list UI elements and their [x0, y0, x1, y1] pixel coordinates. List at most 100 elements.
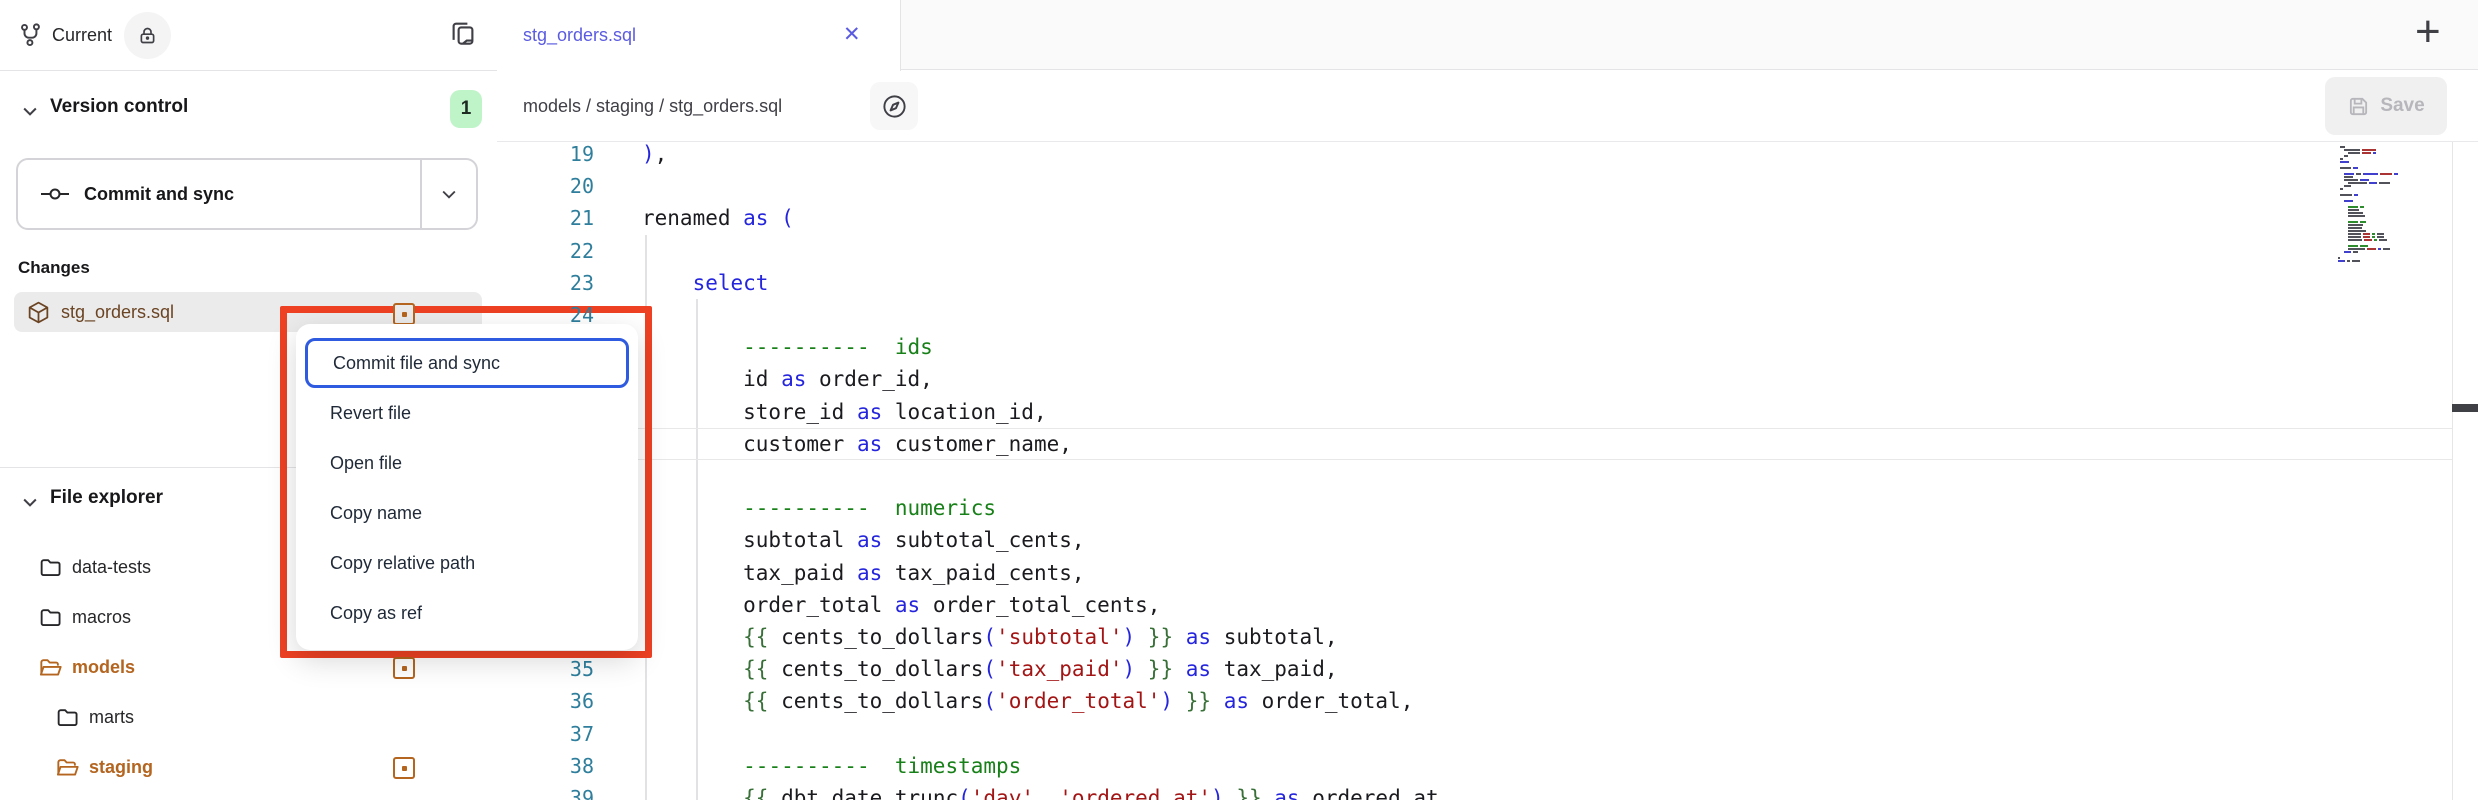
code-line-21: renamed as ( [642, 202, 794, 235]
code-line-26: id as order_id, [642, 363, 933, 396]
minimap-row [2338, 164, 2452, 166]
tab-stg-orders[interactable]: stg_orders.sql ✕ [497, 0, 901, 71]
context-menu-item-copy-name[interactable]: Copy name [296, 488, 638, 538]
new-tab-button[interactable]: + [2415, 7, 2441, 57]
git-branch-icon [18, 22, 44, 48]
copy-branch-icon[interactable] [448, 18, 478, 48]
code-line-39: {{ dbt.date_trunc('day', 'ordered_at') }… [642, 782, 1439, 800]
chevron-down-icon [20, 492, 40, 512]
explorer-item-label: marts [89, 692, 134, 742]
minimap-row [2338, 197, 2452, 199]
code-line-30: ---------- numerics [642, 492, 996, 525]
tab-close-icon[interactable]: ✕ [843, 0, 861, 70]
code-line-23: select [642, 267, 768, 300]
minimap-row [2338, 191, 2452, 193]
code-line-35: {{ cents_to_dollars('tax_paid') }} as ta… [642, 653, 1337, 686]
modified-indicator-icon [393, 757, 415, 779]
code-line-32: tax_paid as tax_paid_cents, [642, 557, 1085, 590]
explorer-item-label: macros [72, 592, 131, 642]
minimap-row [2338, 245, 2452, 247]
git-commit-icon [40, 183, 70, 205]
minimap-row [2338, 176, 2452, 178]
branch-lock-badge [124, 12, 171, 59]
line-number: 22 [497, 235, 594, 268]
minimap-row [2338, 230, 2452, 232]
minimap-row [2338, 224, 2452, 226]
explorer-item-staging[interactable]: staging [0, 742, 497, 792]
lineage-compass-button[interactable] [870, 82, 918, 130]
line-number: 20 [497, 170, 594, 203]
branch-header: Current [0, 0, 497, 71]
branch-name: Current [52, 0, 112, 70]
editor-header: models / staging / stg_orders.sql Save [497, 71, 2478, 142]
version-control-title: Version control [50, 96, 188, 118]
minimap-row [2338, 182, 2452, 184]
minimap-row [2338, 233, 2452, 235]
code-line-31: subtotal as subtotal_cents, [642, 524, 1085, 557]
minimap-row [2338, 221, 2452, 223]
minimap-row [2338, 254, 2452, 256]
context-menu-item-revert-file[interactable]: Revert file [296, 388, 638, 438]
minimap-row [2338, 248, 2452, 250]
line-number: 23 [497, 267, 594, 300]
code-line-19: ), [642, 142, 667, 171]
panel-resize-handle[interactable] [2452, 404, 2478, 412]
folder-open-icon [38, 655, 63, 680]
minimap-row [2338, 194, 2452, 196]
model-cube-icon [26, 300, 51, 325]
minimap-row [2338, 209, 2452, 211]
modified-indicator-icon [393, 657, 415, 679]
line-number: 39 [497, 782, 594, 800]
minimap-row [2338, 206, 2452, 208]
changed-file-name: stg_orders.sql [61, 302, 174, 323]
lock-icon [137, 25, 158, 46]
minimap-row [2338, 155, 2452, 157]
commit-and-sync-button[interactable]: Commit and sync [16, 158, 478, 230]
chevron-down-icon [20, 101, 40, 121]
code-line-36: {{ cents_to_dollars('order_total') }} as… [642, 685, 1413, 718]
minimap-row [2338, 200, 2452, 202]
minimap-row [2338, 257, 2452, 259]
save-icon [2347, 95, 2370, 118]
line-number: 36 [497, 685, 594, 718]
minimap-row [2338, 242, 2452, 244]
code-line-25: ---------- ids [642, 331, 933, 364]
context-menu: Commit file and syncRevert fileOpen file… [296, 324, 638, 650]
explorer-item-label: staging [89, 742, 153, 792]
code-editor[interactable]: 1920212223242526272829303132333435363738… [497, 142, 2478, 800]
code-line-33: order_total as order_total_cents, [642, 589, 1160, 622]
minimap-row [2338, 158, 2452, 160]
line-number: 19 [497, 142, 594, 171]
minimap-row [2338, 188, 2452, 190]
minimap-row [2338, 170, 2452, 172]
commit-options-dropdown[interactable] [420, 160, 476, 228]
context-menu-item-commit-file-and-sync[interactable]: Commit file and sync [305, 338, 629, 388]
explorer-item-label: models [72, 642, 135, 692]
code-line-34: {{ cents_to_dollars('subtotal') }} as su… [642, 621, 1337, 654]
explorer-item-label: data-tests [72, 542, 151, 592]
save-label: Save [2380, 95, 2424, 117]
code-line-28: customer as customer_name, [642, 428, 1072, 461]
explorer-item-marts[interactable]: marts [0, 692, 497, 742]
breadcrumb: models / staging / stg_orders.sql [523, 71, 782, 141]
ide-window: Current Version control [0, 0, 2478, 800]
context-menu-item-copy-relative-path[interactable]: Copy relative path [296, 538, 638, 588]
context-menu-item-open-file[interactable]: Open file [296, 438, 638, 488]
folder-icon [38, 605, 63, 630]
minimap-row [2338, 212, 2452, 214]
code-line-27: store_id as location_id, [642, 396, 1047, 429]
compass-icon [881, 93, 908, 120]
minimap-row [2338, 227, 2452, 229]
minimap-row [2338, 167, 2452, 169]
line-number: 38 [497, 750, 594, 783]
minimap-row [2338, 149, 2452, 151]
minimap-row [2338, 179, 2452, 181]
folder-icon [55, 705, 80, 730]
minimap-row [2338, 152, 2452, 154]
minimap-row [2338, 215, 2452, 217]
minimap[interactable] [2338, 146, 2452, 263]
save-button[interactable]: Save [2325, 77, 2447, 135]
code-line-38: ---------- timestamps [642, 750, 1021, 783]
changes-section-title: Changes [18, 258, 90, 278]
context-menu-item-copy-as-ref[interactable]: Copy as ref [296, 588, 638, 638]
